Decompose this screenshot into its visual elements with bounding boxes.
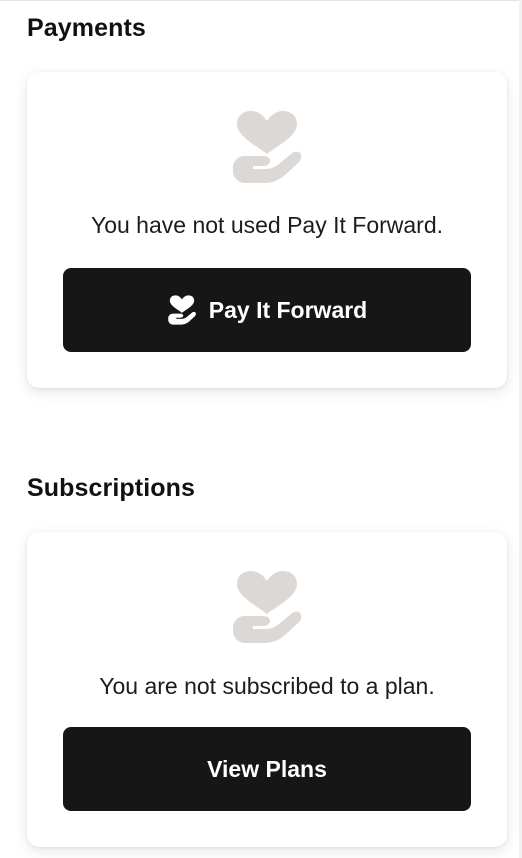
pay-it-forward-button-label: Pay It Forward [208, 296, 368, 323]
top-divider [0, 0, 522, 1]
heart-in-hand-icon [233, 111, 302, 183]
payments-empty-message: You have not used Pay It Forward. [90, 212, 444, 238]
heart-in-hand-icon [167, 295, 196, 325]
heart-in-hand-icon [233, 571, 302, 643]
view-plans-button[interactable]: View Plans [63, 727, 471, 811]
payments-card: You have not used Pay It Forward. Pay It… [27, 72, 507, 388]
subscriptions-card: You are not subscribed to a plan. View P… [27, 532, 507, 847]
subscriptions-empty-message: You are not subscribed to a plan. [99, 673, 435, 699]
payments-section-title: Payments [27, 14, 146, 42]
subscriptions-section-title: Subscriptions [27, 474, 195, 502]
pay-it-forward-button[interactable]: Pay It Forward [63, 268, 471, 352]
view-plans-button-label: View Plans [207, 755, 327, 782]
